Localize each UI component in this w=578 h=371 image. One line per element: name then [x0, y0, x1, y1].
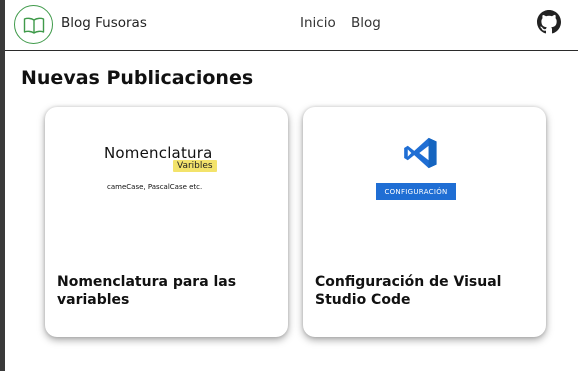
vscode-icon: [404, 137, 437, 169]
thumbnail-badge: Varibles: [173, 160, 217, 172]
section-title: Nuevas Publicaciones: [21, 67, 254, 89]
github-icon[interactable]: [537, 10, 561, 34]
site-logo[interactable]: [14, 5, 53, 44]
post-title[interactable]: Nomenclatura para las variables: [57, 273, 277, 309]
thumbnail-subtext: cameCase, PascalCase etc.: [107, 183, 203, 191]
book-icon: [23, 17, 44, 34]
post-card-nomenclatura[interactable]: Nomenclatura Varibles cameCase, PascalCa…: [45, 107, 288, 337]
thumbnail-config-label: CONFIGURACIÓN: [376, 183, 456, 200]
post-card-vscode[interactable]: CONFIGURACIÓN Configuración de Visual St…: [303, 107, 546, 337]
nav-link-inicio[interactable]: Inicio: [300, 15, 336, 31]
post-thumbnail: CONFIGURACIÓN: [376, 127, 465, 205]
navbar: Blog Fusoras Inicio Blog: [5, 0, 578, 51]
window-edge: [0, 0, 5, 371]
nav-link-blog[interactable]: Blog: [351, 15, 381, 31]
brand-link[interactable]: Blog Fusoras: [61, 15, 147, 31]
post-title[interactable]: Configuración de Visual Studio Code: [315, 273, 535, 309]
